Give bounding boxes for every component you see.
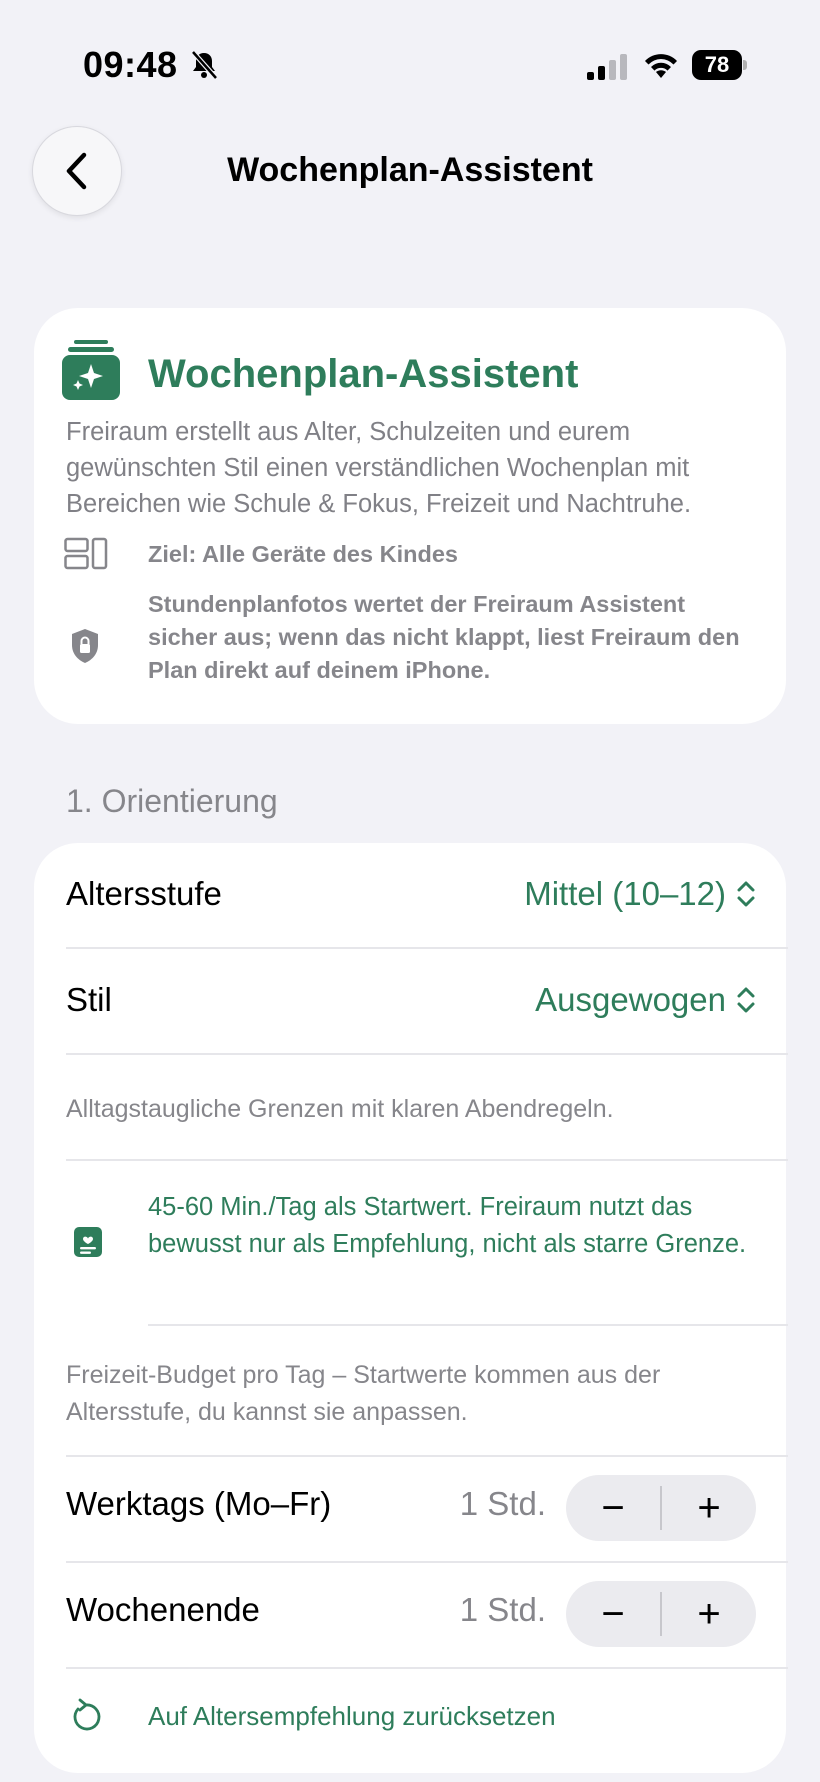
divider	[66, 1667, 788, 1669]
age-value-text: Mittel (10–12)	[524, 875, 726, 912]
weekdays-label: Werktags (Mo–Fr)	[66, 1485, 332, 1522]
weekdays-decrement-button[interactable]: −	[566, 1475, 660, 1541]
weekend-row: Wochenende 1 Std. − +	[66, 1581, 756, 1647]
reset-button[interactable]: Auf Altersempfehlung zurücksetzen	[34, 1695, 786, 1739]
assistant-intro-card: Wochenplan-Assistent Freiraum erstellt a…	[34, 308, 786, 724]
divider	[66, 1053, 788, 1055]
document-heart-icon	[74, 1227, 102, 1257]
budget-note: Freizeit-Budget pro Tag – Startwerte kom…	[66, 1361, 661, 1426]
recommendation-tip: 45-60 Min./Tag als Startwert. Freiraum n…	[148, 1193, 747, 1258]
weekdays-increment-button[interactable]: +	[662, 1475, 756, 1541]
weekdays-value: 1 Std.	[459, 1485, 546, 1522]
wifi-icon	[645, 54, 677, 78]
age-picker-row[interactable]: Altersstufe Mittel (10–12)	[66, 875, 756, 919]
divider	[66, 1561, 788, 1563]
style-description: Alltagstaugliche Grenzen mit klaren Aben…	[66, 1095, 614, 1123]
target-text: Ziel: Alle Geräte des Kindes	[148, 541, 458, 567]
bell-slash-icon	[191, 50, 218, 80]
weekend-increment-button[interactable]: +	[662, 1581, 756, 1647]
weekend-value: 1 Std.	[459, 1591, 546, 1628]
weekdays-stepper[interactable]: − +	[566, 1475, 756, 1541]
age-label: Altersstufe	[66, 875, 222, 912]
nav-title: Wochenplan-Assistent	[227, 151, 593, 189]
chevron-up-down-icon	[737, 987, 755, 1013]
weekend-decrement-button[interactable]: −	[566, 1581, 660, 1647]
weekend-stepper[interactable]: − +	[566, 1581, 756, 1647]
battery-tip	[743, 60, 747, 70]
style-value[interactable]: Ausgewogen	[535, 981, 756, 1019]
sparkles-stack-icon	[62, 340, 120, 400]
cellular-signal-icon	[587, 54, 627, 80]
hero-title: Wochenplan-Assistent	[148, 352, 579, 396]
chevron-up-down-icon	[737, 881, 755, 907]
divider	[66, 1455, 788, 1457]
lock-shield-icon	[72, 629, 98, 663]
orientation-settings-card: Altersstufe Mittel (10–12) Stil Ausgewog…	[34, 843, 788, 1773]
reset-label: Auf Altersempfehlung zurücksetzen	[148, 1701, 556, 1731]
battery-level: 78	[692, 50, 742, 80]
divider	[66, 1159, 788, 1161]
status-time: 09:48	[83, 44, 178, 85]
style-picker-row[interactable]: Stil Ausgewogen	[66, 981, 756, 1025]
devices-icon	[64, 537, 108, 570]
status-bar: 09:48 78	[0, 0, 820, 130]
divider	[66, 947, 788, 949]
hero-description: Freiraum erstellt aus Alter, Schulzeiten…	[66, 418, 692, 518]
privacy-text: Stundenplanfotos wertet der Freiraum Ass…	[148, 591, 740, 683]
battery-icon: 78	[692, 50, 748, 80]
age-value[interactable]: Mittel (10–12)	[524, 875, 756, 913]
section-header: 1. Orientierung	[66, 783, 278, 819]
weekend-label: Wochenende	[66, 1591, 260, 1628]
divider	[148, 1324, 788, 1326]
reset-arrow-icon	[73, 1698, 101, 1731]
style-value-text: Ausgewogen	[535, 981, 726, 1018]
style-label: Stil	[66, 981, 112, 1018]
weekdays-row: Werktags (Mo–Fr) 1 Std. − +	[66, 1475, 756, 1541]
